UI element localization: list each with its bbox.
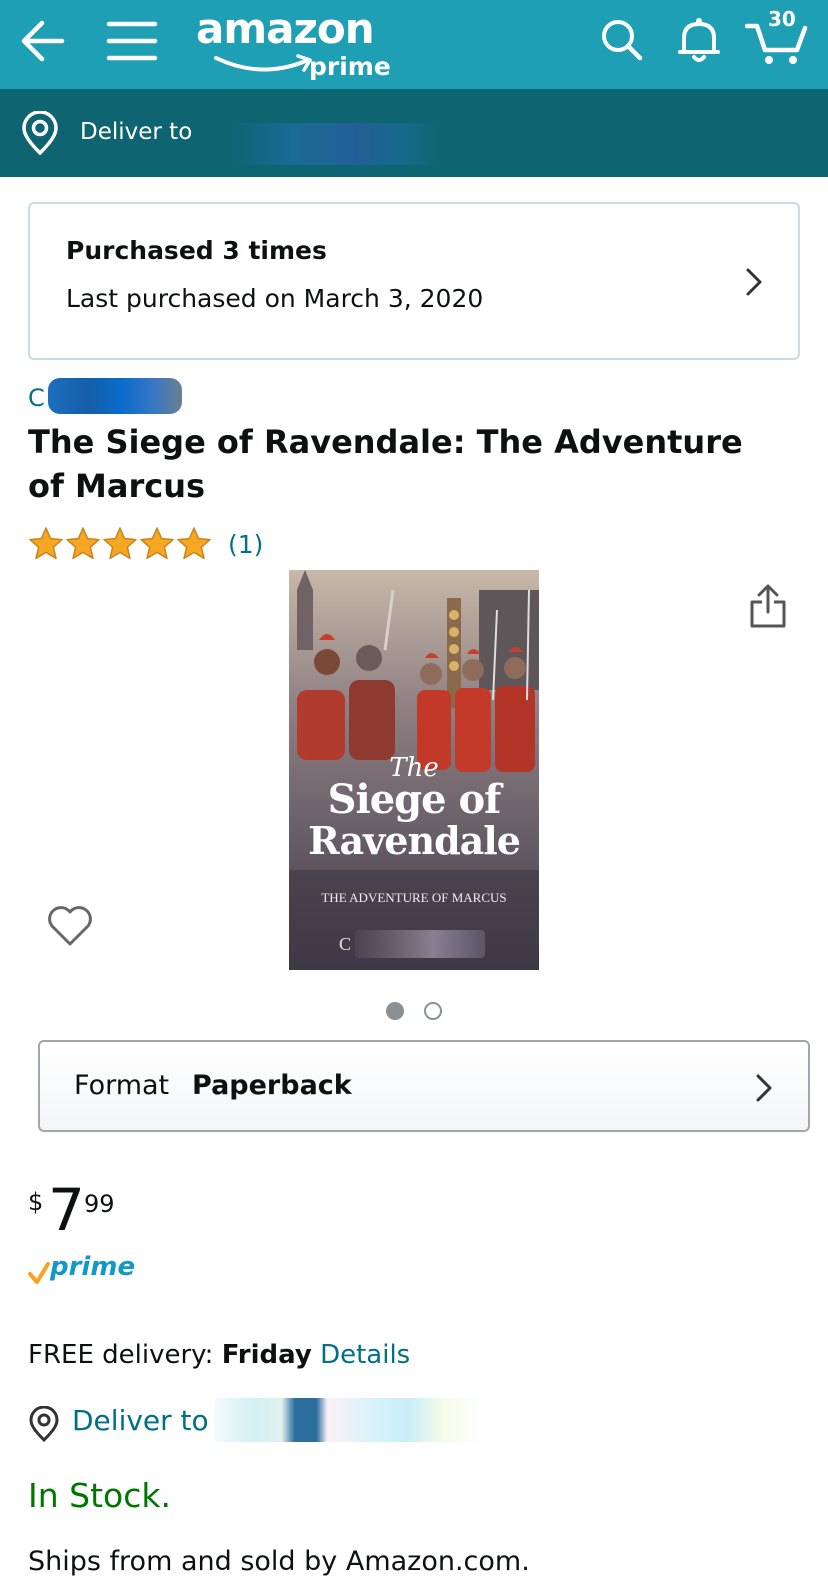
amazon-prime-logo[interactable]: amazon prime bbox=[196, 4, 406, 81]
search-icon[interactable] bbox=[600, 18, 644, 62]
cover-author: C bbox=[339, 934, 352, 954]
price-cents: 99 bbox=[84, 1190, 115, 1218]
price-dollars: 7 bbox=[48, 1176, 85, 1244]
star-icon bbox=[103, 527, 137, 560]
deliver-to-label: Deliver to bbox=[80, 119, 193, 145]
deliver-to-label: Deliver to bbox=[72, 1404, 209, 1437]
delivery-info: FREE delivery: Friday Details bbox=[28, 1340, 410, 1370]
star-icon bbox=[177, 527, 211, 560]
format-label: Format bbox=[74, 1070, 170, 1101]
format-value: Paperback bbox=[192, 1070, 352, 1101]
deliver-to-bar[interactable]: Deliver to bbox=[0, 89, 828, 177]
purchase-history-card[interactable]: Purchased 3 times Last purchased on Marc… bbox=[28, 202, 800, 360]
cover-subtitle: THE ADVENTURE OF MARCUS bbox=[321, 890, 507, 905]
location-pin-icon bbox=[22, 111, 58, 155]
star-icon bbox=[140, 527, 174, 560]
ships-from-text: Ships from and sold by Amazon.com. bbox=[28, 1546, 530, 1577]
delivery-prefix: FREE delivery: bbox=[28, 1340, 214, 1370]
product-title: The Siege of Ravendale: The Adventure of… bbox=[28, 423, 743, 505]
redacted-cover-author bbox=[355, 930, 485, 958]
cover-title-line2: Ravendale bbox=[308, 818, 521, 863]
cart-count-badge: 30 bbox=[768, 7, 796, 31]
logo-word: amazon bbox=[196, 4, 375, 53]
notification-bell-icon[interactable] bbox=[676, 16, 722, 64]
delivery-day: Friday bbox=[221, 1340, 312, 1370]
hamburger-menu-icon[interactable] bbox=[106, 16, 158, 66]
image-carousel-dot[interactable] bbox=[424, 1002, 442, 1020]
rating-count-link[interactable]: (1) bbox=[228, 530, 263, 559]
back-arrow-icon[interactable] bbox=[18, 16, 68, 66]
logo-prime: prime bbox=[309, 52, 391, 81]
prime-badge: prime bbox=[28, 1252, 148, 1288]
star-rating[interactable] bbox=[28, 526, 218, 562]
location-pin-icon bbox=[29, 1406, 59, 1442]
prime-check-icon bbox=[28, 1262, 50, 1284]
product-cover-image[interactable]: The Siege of Ravendale THE ADVENTURE OF … bbox=[289, 570, 539, 970]
in-stock-status: In Stock. bbox=[28, 1476, 171, 1515]
wishlist-heart-icon[interactable] bbox=[46, 904, 94, 948]
prime-text: prime bbox=[50, 1252, 136, 1282]
star-icon bbox=[29, 527, 63, 560]
top-nav-bar: amazon prime 30 bbox=[0, 0, 828, 89]
redacted-delivery-address bbox=[214, 1398, 484, 1442]
chevron-right-icon bbox=[746, 268, 762, 296]
image-carousel-dot-active[interactable] bbox=[386, 1002, 404, 1020]
price-currency: $ bbox=[28, 1188, 44, 1216]
last-purchased-text: Last purchased on March 3, 2020 bbox=[66, 284, 484, 313]
author-link[interactable]: C bbox=[28, 384, 45, 412]
purchased-times-text: Purchased 3 times bbox=[66, 236, 327, 265]
delivery-details-link[interactable]: Details bbox=[320, 1340, 410, 1370]
share-icon[interactable] bbox=[748, 582, 788, 628]
redacted-author-name bbox=[48, 378, 182, 414]
logo-smile-icon bbox=[214, 54, 312, 72]
star-icon bbox=[66, 527, 100, 560]
redacted-address bbox=[230, 123, 440, 165]
chevron-right-icon bbox=[756, 1074, 772, 1102]
format-selector[interactable]: Format Paperback bbox=[38, 1040, 810, 1132]
cover-title-line1: Siege of bbox=[327, 776, 502, 823]
